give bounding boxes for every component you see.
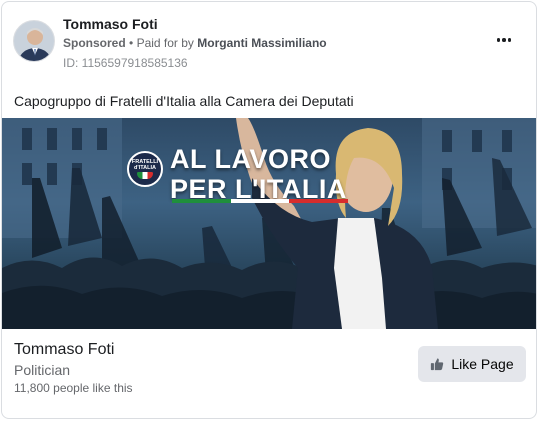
hero-title-line1: AL LAVORO: [170, 144, 332, 174]
party-logo: FRATELLI d'ITALIA: [127, 151, 163, 187]
italian-flag-stripe: [172, 199, 349, 203]
like-page-label: Like Page: [451, 356, 514, 372]
flag-white: [230, 199, 290, 203]
ad-hero-image[interactable]: FRATELLI d'ITALIA AL LAVORO PER L'ITALIA: [2, 118, 536, 329]
separator-dot: •: [129, 36, 134, 50]
footer-category: Politician: [14, 362, 71, 378]
paid-for-label: Paid for by: [136, 36, 194, 50]
sponsored-label: Sponsored: [63, 36, 126, 50]
flag-green: [172, 199, 231, 203]
more-dot: [507, 38, 512, 42]
more-dot: [502, 38, 506, 42]
like-page-button[interactable]: Like Page: [418, 346, 526, 382]
footer-likes-count: 11,800 people like this: [14, 381, 133, 395]
page-avatar[interactable]: [13, 20, 55, 62]
person-avatar-icon: [14, 21, 54, 61]
more-horizontal-icon: [496, 38, 501, 42]
hero-title: AL LAVORO PER L'ITALIA: [170, 144, 347, 204]
thumbs-up-icon: [431, 358, 444, 371]
ad-id: ID: 1156597918585136: [63, 56, 188, 70]
ad-card: Tommaso Foti Sponsored • Paid for by Mor…: [1, 1, 537, 419]
flag-red: [289, 199, 349, 203]
flame-flag-icon: [137, 172, 153, 179]
sponsor-line: Sponsored • Paid for by Morganti Massimi…: [63, 36, 327, 50]
logo-text-line2: d'ITALIA: [134, 165, 156, 171]
page-name[interactable]: Tommaso Foti: [63, 16, 158, 32]
funder-name[interactable]: Morganti Massimiliano: [197, 36, 326, 50]
more-options-button[interactable]: [494, 30, 514, 50]
ad-body-text: Capogruppo di Fratelli d'Italia alla Cam…: [14, 93, 354, 109]
footer-page-name[interactable]: Tommaso Foti: [14, 341, 114, 359]
